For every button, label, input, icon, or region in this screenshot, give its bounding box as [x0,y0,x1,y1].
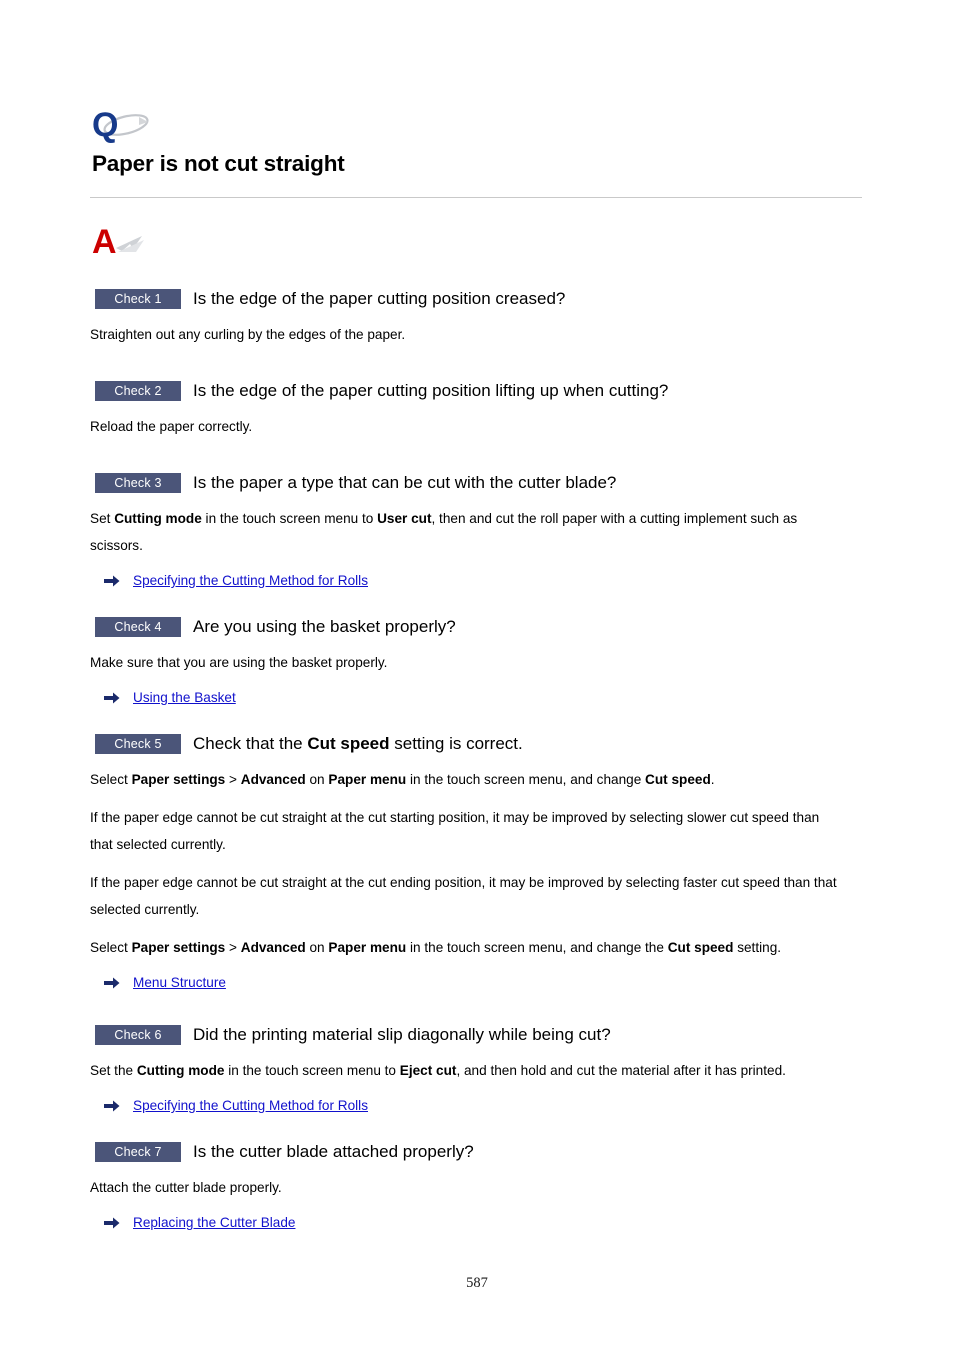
check-heading: Check 1 Is the edge of the paper cutting … [90,288,862,310]
question-icon: Q [92,105,154,145]
svg-text:Q: Q [92,106,118,144]
arrow-right-icon [104,1217,120,1229]
check-badge: Check 7 [95,1142,181,1162]
check-heading: Check 5 Check that the Cut speed setting … [90,733,862,755]
related-link[interactable]: Menu Structure [133,974,226,992]
answer-icon: A [92,222,154,262]
check-paragraph: Set the Cutting mode in the touch screen… [90,1063,786,1078]
related-link-row[interactable]: Replacing the Cutter Blade [104,1214,862,1232]
title-divider [90,197,862,198]
check-badge: Check 4 [95,617,181,637]
page-number: 587 [466,1275,488,1291]
related-link-row[interactable]: Menu Structure [104,974,862,992]
check-paragraph: If the paper edge cannot be cut straight… [90,875,837,917]
arrow-right-icon [104,575,120,587]
check-question: Is the paper a type that can be cut with… [193,473,617,492]
check-question: Did the printing material slip diagonall… [193,1025,611,1044]
check-heading: Check 6 Did the printing material slip di… [90,1024,862,1046]
check-paragraph: Reload the paper correctly. [90,419,253,434]
related-link-row[interactable]: Specifying the Cutting Method for Rolls [104,1097,862,1115]
document-content: Q Paper is not cut straight A Check 1 Is … [90,105,862,1232]
check-badge: Check 1 [95,289,181,309]
check-paragraph: Attach the cutter blade properly. [90,1180,282,1195]
checks-list: Check 1 Is the edge of the paper cutting … [90,288,862,1232]
check-question: Is the edge of the paper cutting positio… [193,381,669,400]
check-badge: Check 5 [95,734,181,754]
check-block: Check 1 Is the edge of the paper cutting … [90,288,862,380]
document-page: Q Paper is not cut straight A Check 1 Is … [0,0,954,1350]
related-link[interactable]: Specifying the Cutting Method for Rolls [133,1097,368,1115]
check-paragraph: If the paper edge cannot be cut straight… [90,810,820,852]
related-link[interactable]: Replacing the Cutter Blade [133,1214,295,1232]
check-heading: Check 4 Are you using the basket properly… [90,616,862,638]
arrow-right-icon [104,1100,120,1112]
check-block: Check 3 Is the paper a type that can be c… [90,472,862,616]
check-question: Is the cutter blade attached properly? [193,1142,474,1161]
check-block: Check 6 Did the printing material slip di… [90,1024,862,1141]
check-block: Check 2 Is the edge of the paper cutting … [90,380,862,472]
check-paragraph: Set Cutting mode in the touch screen men… [90,511,798,553]
check-block: Check 4 Are you using the basket properly… [90,616,862,733]
check-question: Check that the Cut speed setting is corr… [193,734,523,753]
check-block: Check 5 Check that the Cut speed setting … [90,733,862,1024]
check-paragraph: Straighten out any curling by the edges … [90,327,406,342]
check-block: Check 7 Is the cutter blade attached prop… [90,1141,862,1232]
related-link-row[interactable]: Using the Basket [104,689,862,707]
check-badge: Check 2 [95,381,181,401]
check-paragraph: Select Paper settings > Advanced on Pape… [90,772,715,787]
check-badge: Check 3 [95,473,181,493]
check-question: Is the edge of the paper cutting positio… [193,289,566,308]
arrow-right-icon [104,692,120,704]
check-paragraph: Make sure that you are using the basket … [90,655,388,670]
svg-text:A: A [92,223,117,261]
check-heading: Check 7 Is the cutter blade attached prop… [90,1141,862,1163]
related-link[interactable]: Using the Basket [133,689,236,707]
related-link[interactable]: Specifying the Cutting Method for Rolls [133,572,368,590]
page-title: Paper is not cut straight [92,151,345,176]
check-badge: Check 6 [95,1025,181,1045]
check-paragraph: Select Paper settings > Advanced on Pape… [90,940,782,955]
check-question: Are you using the basket properly? [193,617,456,636]
arrow-right-icon [104,977,120,989]
check-heading: Check 2 Is the edge of the paper cutting … [90,380,862,402]
check-heading: Check 3 Is the paper a type that can be c… [90,472,862,494]
related-link-row[interactable]: Specifying the Cutting Method for Rolls [104,572,862,590]
